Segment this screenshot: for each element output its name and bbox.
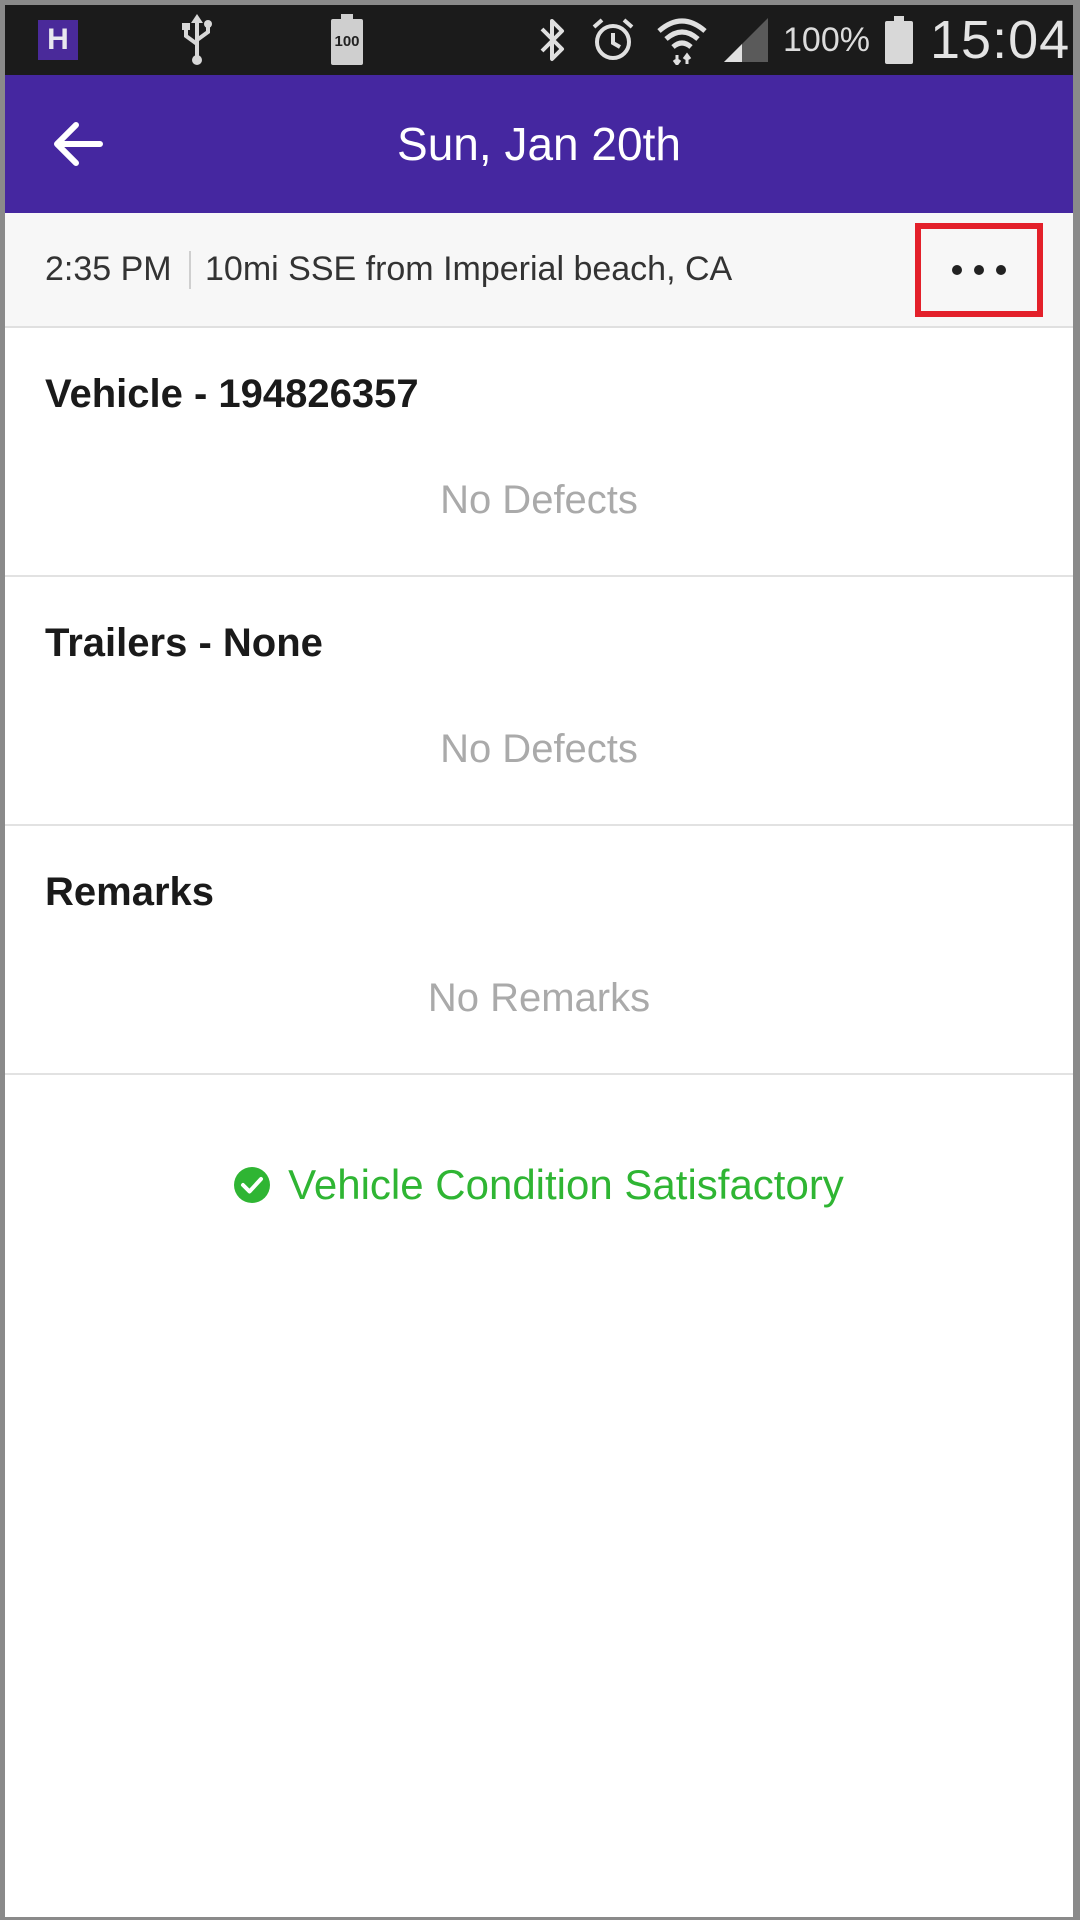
alarm-icon bbox=[587, 5, 639, 75]
battery-status-label: 100 bbox=[334, 33, 360, 50]
inspection-location: 10mi SSE from Imperial beach, CA bbox=[205, 250, 733, 288]
more-dots-icon bbox=[952, 265, 962, 275]
arrow-left-icon bbox=[54, 122, 103, 166]
remarks-value: No Remarks bbox=[427, 976, 651, 1020]
bluetooth-icon bbox=[533, 5, 573, 75]
signal-icon bbox=[719, 5, 773, 75]
wifi-icon bbox=[653, 5, 711, 75]
check-circle-icon bbox=[234, 1167, 271, 1203]
page-title: Sun, Jan 20th bbox=[397, 118, 681, 170]
more-options-button[interactable] bbox=[915, 223, 1043, 317]
vehicle-defects: No Defects bbox=[440, 478, 638, 522]
usb-icon bbox=[177, 5, 217, 75]
trailers-title: Trailers - None bbox=[45, 621, 323, 665]
vehicle-title: Vehicle - 194826357 bbox=[45, 372, 419, 416]
more-dot bbox=[974, 265, 984, 275]
phone-screen: H 100 100% 15:04 Sun, Jan 20th 2:35 PM 1… bbox=[5, 5, 1073, 1917]
vehicle-condition: Vehicle Condition Satisfactory bbox=[5, 1155, 1073, 1215]
inspection-info-row: 2:35 PM 10mi SSE from Imperial beach, CA bbox=[5, 213, 1073, 328]
remarks-title: Remarks bbox=[45, 870, 215, 914]
status-bar: H 100 100% 15:04 bbox=[5, 5, 1073, 75]
condition-status: Vehicle Condition Satisfactory bbox=[288, 1161, 844, 1208]
divider bbox=[189, 251, 191, 289]
vehicle-section: Vehicle - 194826357 No Defects bbox=[5, 328, 1073, 577]
clock: 15:04 bbox=[930, 10, 1071, 70]
back-button[interactable] bbox=[43, 109, 113, 179]
app-notification-icon: H bbox=[38, 20, 78, 60]
app-bar: Sun, Jan 20th bbox=[5, 75, 1073, 213]
trailers-defects: No Defects bbox=[440, 727, 638, 771]
battery-icon bbox=[881, 5, 917, 75]
remarks-section: Remarks No Remarks bbox=[5, 826, 1073, 1075]
more-dot bbox=[996, 265, 1006, 275]
battery-status-icon: 100 bbox=[325, 5, 369, 75]
battery-percent: 100% bbox=[783, 20, 870, 59]
inspection-time: 2:35 PM bbox=[45, 250, 172, 288]
trailers-section: Trailers - None No Defects bbox=[5, 577, 1073, 826]
